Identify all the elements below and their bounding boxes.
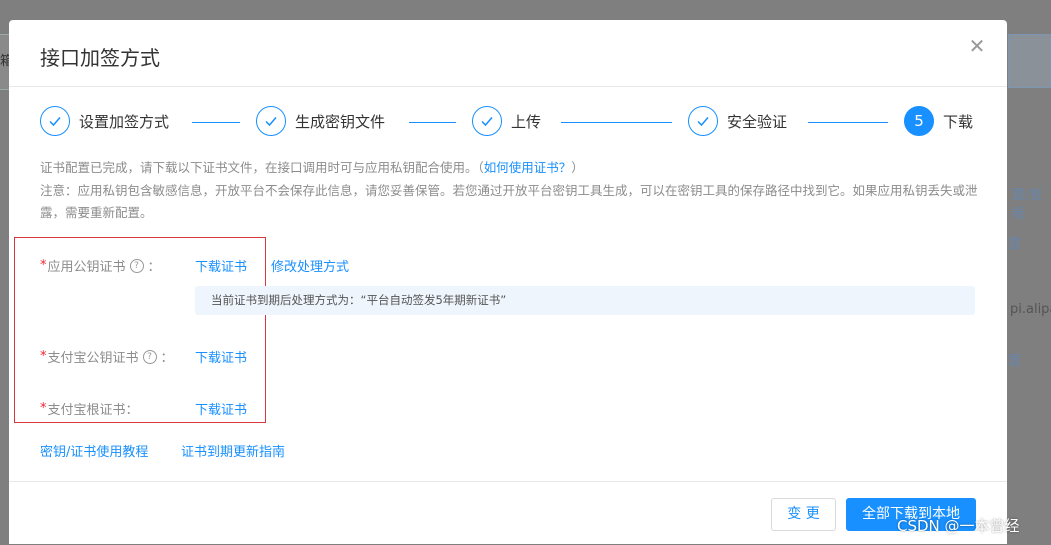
change-button[interactable]: 变 更 bbox=[771, 498, 836, 531]
step-security-verification: 安全验证 bbox=[688, 106, 787, 136]
step-connector bbox=[561, 122, 672, 123]
steps-progress: 设置加签方式 生成密钥文件 上传 安全验证 5 下载 bbox=[40, 106, 980, 140]
check-icon bbox=[472, 106, 502, 136]
background-text: pi.alipay.c bbox=[1010, 302, 1051, 317]
notice-warning: 注意：应用私钥包含敏感信息，开放平台不会保存此信息，请您妥善保管。若您通过开放平… bbox=[40, 182, 978, 221]
required-mark: * bbox=[40, 401, 47, 416]
step-number: 5 bbox=[904, 106, 934, 136]
background-link: 置/查看 bbox=[1012, 188, 1043, 222]
csdn-watermark: CSDN @一本曾经 bbox=[897, 517, 1020, 535]
download-app-cert-link[interactable]: 下载证书 bbox=[195, 256, 247, 275]
how-to-use-certificate-link[interactable]: 如何使用证书？ bbox=[484, 160, 572, 175]
step-label: 下载 bbox=[943, 112, 974, 131]
notice-paren: ） bbox=[571, 160, 584, 175]
dialog-header: 接口加签方式 ✕ bbox=[9, 20, 1007, 87]
background-link: 置 bbox=[1008, 354, 1022, 369]
step-label: 上传 bbox=[511, 112, 542, 131]
step-upload: 上传 bbox=[472, 106, 541, 136]
cert-renew-guide-link[interactable]: 证书到期更新指南 bbox=[181, 441, 285, 460]
check-icon bbox=[40, 106, 70, 136]
notice-text: 证书配置已完成，请下载以下证书文件，在接口调用时可与应用私钥配合使用。（如何使用… bbox=[40, 157, 980, 225]
app-public-cert-label: * 应用公钥证书?： bbox=[40, 258, 161, 275]
signing-method-dialog: 接口加签方式 ✕ 设置加签方式 生成密钥文件 上传 安全验证 5 下载 证书配置… bbox=[9, 20, 1007, 544]
step-label: 设置加签方式 bbox=[79, 112, 170, 131]
step-connector bbox=[192, 122, 240, 123]
step-label: 安全验证 bbox=[727, 112, 788, 131]
modify-handling-link[interactable]: 修改处理方式 bbox=[271, 256, 349, 275]
step-download: 5 下载 bbox=[904, 106, 973, 136]
dialog-title: 接口加签方式 bbox=[40, 46, 160, 70]
alipay-root-cert-label: * 支付宝根证书： bbox=[40, 401, 139, 418]
help-icon[interactable]: ? bbox=[142, 349, 157, 364]
dialog-footer: 变 更 全部下载到本地 bbox=[9, 481, 1007, 545]
check-icon bbox=[688, 106, 718, 136]
download-root-cert-link[interactable]: 下载证书 bbox=[195, 399, 247, 418]
step-connector bbox=[808, 122, 888, 123]
close-icon[interactable]: ✕ bbox=[965, 34, 989, 58]
step-set-signing-method: 设置加签方式 bbox=[40, 106, 169, 136]
cert-expiry-info: 当前证书到期后处理方式为：“平台自动签发5年期新证书” bbox=[195, 286, 975, 315]
step-connector bbox=[409, 122, 456, 123]
required-mark: * bbox=[40, 258, 47, 273]
check-icon bbox=[256, 106, 286, 136]
background-panel-right bbox=[1008, 34, 1051, 88]
step-label: 生成密钥文件 bbox=[295, 112, 386, 131]
download-alipay-cert-link[interactable]: 下载证书 bbox=[195, 347, 247, 366]
help-icon[interactable]: ? bbox=[129, 258, 144, 273]
notice-text-line1: 证书配置已完成，请下载以下证书文件，在接口调用时可与应用私钥配合使用。（ bbox=[40, 160, 484, 175]
key-cert-tutorial-link[interactable]: 密钥/证书使用教程 bbox=[40, 441, 148, 460]
notice-line: 证书配置已完成，请下载以下证书文件，在接口调用时可与应用私钥配合使用。（如何使用… bbox=[40, 157, 980, 180]
background-link: 置 bbox=[1008, 237, 1022, 252]
required-mark: * bbox=[40, 349, 47, 364]
alipay-public-cert-label: * 支付宝公钥证书?： bbox=[40, 349, 174, 366]
step-generate-key-file: 生成密钥文件 bbox=[256, 106, 385, 136]
